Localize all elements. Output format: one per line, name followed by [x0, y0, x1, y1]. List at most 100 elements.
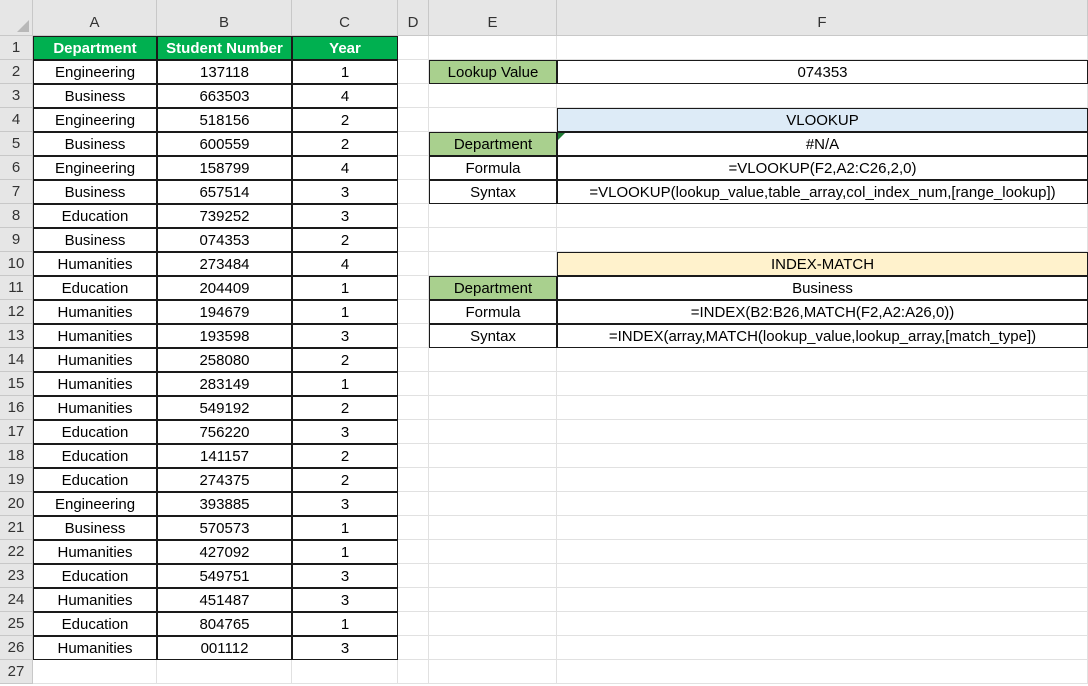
table-cell[interactable]: Humanities [33, 396, 157, 420]
table-cell[interactable]: Engineering [33, 60, 157, 84]
index-match-row-label[interactable]: Formula [429, 300, 557, 324]
grid-cell[interactable] [429, 468, 557, 492]
row-header[interactable]: 20 [0, 492, 33, 516]
table-cell[interactable]: 3 [292, 636, 398, 660]
grid-cell[interactable] [557, 540, 1088, 564]
table-cell[interactable]: 2 [292, 132, 398, 156]
row-header[interactable]: 14 [0, 348, 33, 372]
grid-cell[interactable] [429, 588, 557, 612]
table-cell[interactable]: 193598 [157, 324, 292, 348]
table-cell[interactable]: Humanities [33, 636, 157, 660]
table-cell[interactable]: 549751 [157, 564, 292, 588]
table-cell[interactable]: 2 [292, 348, 398, 372]
table-cell[interactable]: 137118 [157, 60, 292, 84]
row-header[interactable]: 9 [0, 228, 33, 252]
select-all-corner[interactable] [0, 0, 33, 36]
row-header[interactable]: 26 [0, 636, 33, 660]
grid-cell[interactable] [398, 84, 429, 108]
table-cell[interactable]: 3 [292, 420, 398, 444]
table-cell[interactable]: 074353 [157, 228, 292, 252]
index-match-row-value[interactable]: Business [557, 276, 1088, 300]
table-cell[interactable]: 4 [292, 84, 398, 108]
grid-cell[interactable] [557, 228, 1088, 252]
vlookup-row-value[interactable]: =VLOOKUP(lookup_value,table_array,col_in… [557, 180, 1088, 204]
table-cell[interactable]: Humanities [33, 372, 157, 396]
grid-cell[interactable] [429, 348, 557, 372]
grid-cell[interactable] [398, 180, 429, 204]
table-cell[interactable]: 549192 [157, 396, 292, 420]
grid-cell[interactable] [557, 420, 1088, 444]
grid-cell[interactable] [557, 588, 1088, 612]
row-header[interactable]: 24 [0, 588, 33, 612]
table-cell[interactable]: 1 [292, 516, 398, 540]
row-header[interactable]: 7 [0, 180, 33, 204]
table-cell[interactable]: 2 [292, 396, 398, 420]
table-cell[interactable]: 3 [292, 492, 398, 516]
grid-cell[interactable] [398, 492, 429, 516]
table-cell[interactable]: 4 [292, 156, 398, 180]
grid-cell[interactable] [557, 348, 1088, 372]
table-cell[interactable]: 1 [292, 276, 398, 300]
grid-cell[interactable] [398, 372, 429, 396]
row-header[interactable]: 10 [0, 252, 33, 276]
row-header[interactable]: 12 [0, 300, 33, 324]
grid-cell[interactable] [557, 564, 1088, 588]
lookup-value-cell[interactable]: 074353 [557, 60, 1088, 84]
table-cell[interactable]: Humanities [33, 348, 157, 372]
grid-cell[interactable] [398, 108, 429, 132]
grid-cell[interactable] [557, 84, 1088, 108]
table-cell[interactable]: 657514 [157, 180, 292, 204]
table-cell[interactable]: 1 [292, 372, 398, 396]
grid-cell[interactable] [398, 396, 429, 420]
row-header[interactable]: 23 [0, 564, 33, 588]
grid-cell[interactable] [429, 540, 557, 564]
vlookup-row-label[interactable]: Formula [429, 156, 557, 180]
grid-cell[interactable] [398, 444, 429, 468]
grid-cell[interactable] [429, 660, 557, 684]
table-cell[interactable]: 4 [292, 252, 398, 276]
column-header-d[interactable]: D [398, 0, 429, 36]
row-header[interactable]: 25 [0, 612, 33, 636]
table-cell[interactable]: 570573 [157, 516, 292, 540]
row-header[interactable]: 1 [0, 36, 33, 60]
grid-cell[interactable] [398, 468, 429, 492]
grid-cell[interactable] [557, 396, 1088, 420]
row-header[interactable]: 27 [0, 660, 33, 684]
table-cell[interactable]: 3 [292, 588, 398, 612]
table-cell[interactable]: 274375 [157, 468, 292, 492]
table-cell[interactable]: 001112 [157, 636, 292, 660]
row-header[interactable]: 19 [0, 468, 33, 492]
grid-cell[interactable] [429, 36, 557, 60]
grid-cell[interactable] [557, 660, 1088, 684]
table-cell[interactable]: Business [33, 228, 157, 252]
index-match-row-label[interactable]: Syntax [429, 324, 557, 348]
grid-cell[interactable] [557, 468, 1088, 492]
table-cell[interactable]: Humanities [33, 300, 157, 324]
grid-cell[interactable] [429, 372, 557, 396]
grid-cell[interactable] [429, 564, 557, 588]
table-cell[interactable]: Business [33, 132, 157, 156]
grid-cell[interactable] [557, 492, 1088, 516]
row-header[interactable]: 15 [0, 372, 33, 396]
column-header-b[interactable]: B [157, 0, 292, 36]
table-cell[interactable]: 1 [292, 60, 398, 84]
grid-cell[interactable] [557, 36, 1088, 60]
table-cell[interactable]: Education [33, 564, 157, 588]
index-match-row-value[interactable]: =INDEX(B2:B26,MATCH(F2,A2:A26,0)) [557, 300, 1088, 324]
column-header-f[interactable]: F [557, 0, 1088, 36]
grid-cell[interactable] [429, 84, 557, 108]
table-cell[interactable]: 1 [292, 612, 398, 636]
row-header[interactable]: 6 [0, 156, 33, 180]
grid-cell[interactable] [429, 204, 557, 228]
table-cell[interactable]: 804765 [157, 612, 292, 636]
table-cell[interactable]: 158799 [157, 156, 292, 180]
grid-cell[interactable] [398, 36, 429, 60]
grid-cell[interactable] [429, 444, 557, 468]
grid-cell[interactable] [557, 444, 1088, 468]
table-header-cell[interactable]: Student Number [157, 36, 292, 60]
row-header[interactable]: 17 [0, 420, 33, 444]
grid-cell[interactable] [398, 516, 429, 540]
table-cell[interactable]: 427092 [157, 540, 292, 564]
row-header[interactable]: 4 [0, 108, 33, 132]
table-cell[interactable]: Education [33, 420, 157, 444]
